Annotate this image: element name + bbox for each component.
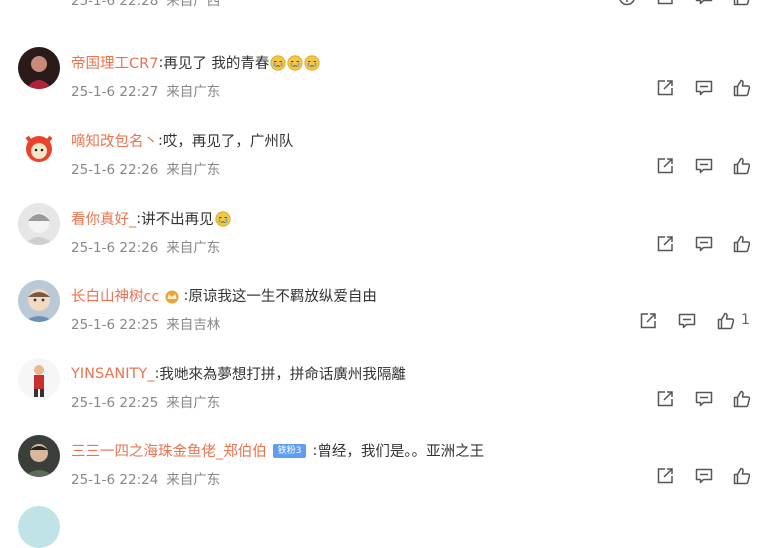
comment-text: 曾经，我们是。。亚洲之王 xyxy=(317,444,485,460)
share-icon[interactable] xyxy=(655,234,675,254)
share-icon[interactable] xyxy=(655,389,675,409)
comment-icon[interactable] xyxy=(694,466,714,486)
comment-row: YINSANITY_: 我哋來為夢想打拼，拼命话廣州我隔離 25-1-6 22:2… xyxy=(0,354,768,432)
comment-icon[interactable] xyxy=(694,0,714,7)
comment-text: 再见了 我的青春 xyxy=(163,56,270,72)
like-icon[interactable] xyxy=(732,78,752,98)
share-icon[interactable] xyxy=(655,0,675,7)
like-icon[interactable] xyxy=(732,466,752,486)
tears-emoji-icon xyxy=(304,55,320,71)
comment-icon[interactable] xyxy=(694,78,714,98)
comment-line: 帝国理工CR7: 再见了 我的青春 xyxy=(71,52,320,73)
share-icon[interactable] xyxy=(655,156,675,176)
comment-actions xyxy=(0,0,768,7)
comment-row: 三三一四之海珠金鱼佬_郑伯伯 铁粉3: 曾经，我们是。。亚洲之王 25-1-6 22… xyxy=(0,431,768,509)
fan-badge: 铁粉3 xyxy=(272,443,307,458)
comment-line: 嘀知改包名丶: 哎，再见了，广州队 xyxy=(71,130,293,151)
share-icon[interactable] xyxy=(655,78,675,98)
comment-actions xyxy=(0,466,768,486)
username-link[interactable]: 看你真好_ xyxy=(71,208,136,229)
comment-actions xyxy=(0,156,768,176)
like-count: 1 xyxy=(741,312,750,328)
username-link[interactable]: 三三一四之海珠金鱼佬_郑伯伯 xyxy=(71,440,267,461)
avatar[interactable] xyxy=(18,506,60,548)
comment-text: 讲不出再见 xyxy=(141,212,214,228)
comment-actions xyxy=(0,389,768,409)
comment-row: 嘀知改包名丶: 哎，再见了，广州队 25-1-6 22:26 来自广东 xyxy=(0,121,768,199)
report-icon[interactable] xyxy=(617,0,637,7)
like-icon[interactable] xyxy=(732,156,752,176)
username-link[interactable]: 长白山神树cc xyxy=(71,285,159,306)
crown-icon xyxy=(165,290,179,303)
tears-emoji-icon xyxy=(287,55,303,71)
comment-actions xyxy=(0,78,768,98)
comment-text: 哎，再见了，广州队 xyxy=(162,134,294,150)
username-link[interactable]: YINSANITY_ xyxy=(71,366,154,382)
comment-row: 帝国理工CR7: 再见了 我的青春 25-1-6 22:27 来自广东 xyxy=(0,43,768,121)
like-icon[interactable] xyxy=(732,234,752,254)
comment-text: 我哋來為夢想打拼，拼命话廣州我隔離 xyxy=(159,367,406,383)
like-icon[interactable] xyxy=(716,311,736,331)
comment-line: YINSANITY_: 我哋來為夢想打拼，拼命话廣州我隔離 xyxy=(71,363,406,384)
comment-line: 三三一四之海珠金鱼佬_郑伯伯 铁粉3: 曾经，我们是。。亚洲之王 xyxy=(71,440,484,461)
like-icon[interactable] xyxy=(732,0,752,7)
comment-icon[interactable] xyxy=(694,156,714,176)
comment-actions xyxy=(0,234,768,254)
comment-icon[interactable] xyxy=(694,234,714,254)
comment-row: 看你真好_: 讲不出再见 25-1-6 22:26 来自广东 xyxy=(0,199,768,277)
tears-emoji-icon xyxy=(215,211,231,227)
comment-row: 25-1-6 22:28 来自广西 xyxy=(0,0,768,30)
username-link[interactable]: 嘀知改包名丶 xyxy=(71,130,158,151)
comment-actions: 1 xyxy=(0,311,768,331)
comment-icon[interactable] xyxy=(694,389,714,409)
share-icon[interactable] xyxy=(638,311,658,331)
username-link[interactable]: 帝国理工CR7 xyxy=(71,52,158,73)
share-icon[interactable] xyxy=(655,466,675,486)
comment-line: 看你真好_: 讲不出再见 xyxy=(71,208,231,229)
like-icon[interactable] xyxy=(732,389,752,409)
tears-emoji-icon xyxy=(270,55,286,71)
comment-text: 原谅我这一生不羁放纵爱自由 xyxy=(188,289,377,305)
comment-line: 长白山神树cc : 原谅我这一生不羁放纵爱自由 xyxy=(71,285,377,306)
comment-row: 长白山神树cc : 原谅我这一生不羁放纵爱自由 25-1-6 22:25 来自吉林 … xyxy=(0,276,768,354)
comment-icon[interactable] xyxy=(677,311,697,331)
